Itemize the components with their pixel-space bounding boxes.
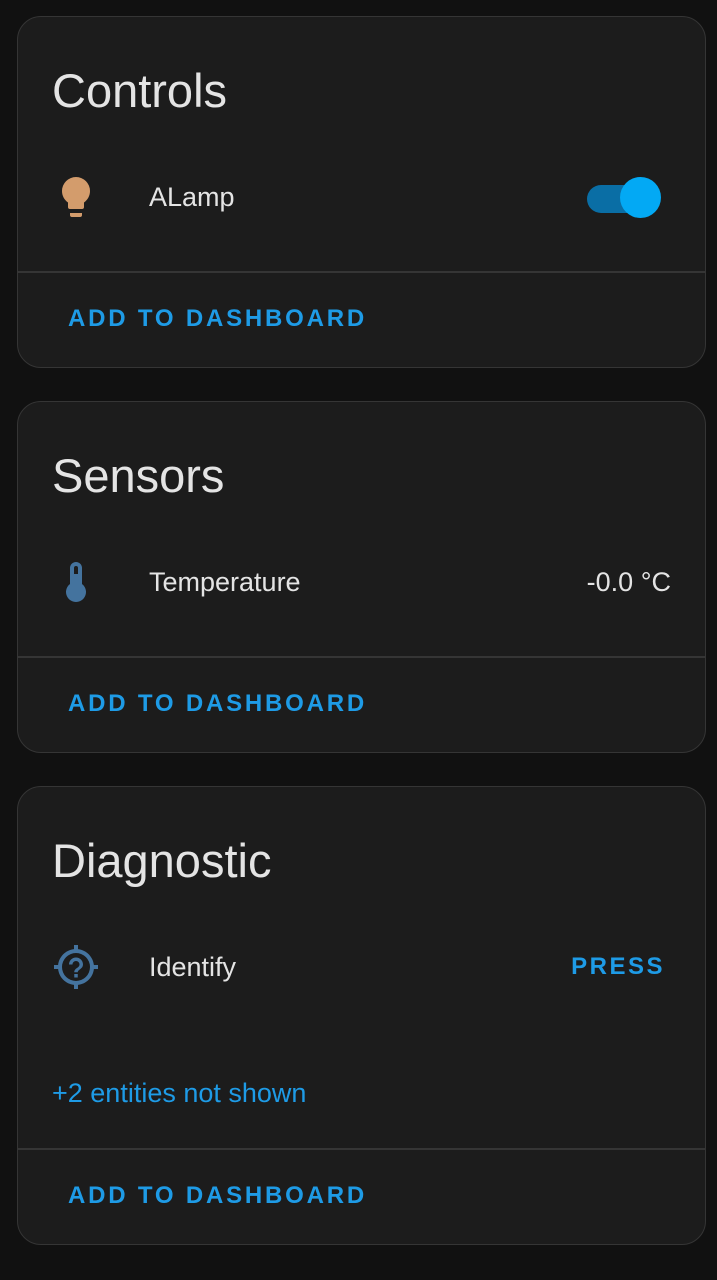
entity-name: ALamp [149,182,235,212]
entity-row-identify[interactable]: Identify PRESS [18,939,705,995]
crosshairs-question-icon [52,943,100,991]
alamp-toggle[interactable] [587,177,661,218]
add-to-dashboard-button[interactable]: ADD TO DASHBOARD [68,688,367,720]
card-title: Diagnostic [52,834,272,887]
divider [18,1148,705,1150]
entity-name: Temperature [149,567,301,597]
entities-not-shown-link[interactable]: +2 entities not shown [52,1077,306,1109]
temperature-value: -0.0 °C [586,567,671,597]
divider [18,656,705,658]
thermometer-icon [52,558,100,606]
diagnostic-card: Diagnostic Identify PRESS +2 entities no… [17,786,706,1245]
card-title: Sensors [52,449,225,502]
toggle-thumb [620,177,661,218]
sensors-card: Sensors Temperature -0.0 °C ADD TO DASHB… [17,401,706,753]
entity-row-alamp[interactable]: ALamp [18,169,705,225]
card-title: Controls [52,64,228,117]
entity-name: Identify [149,952,237,982]
add-to-dashboard-button[interactable]: ADD TO DASHBOARD [68,303,367,335]
lightbulb-icon [52,173,100,221]
press-button[interactable]: PRESS [571,951,665,983]
divider [18,271,705,273]
controls-card: Controls ALamp ADD TO DASHBOARD [17,16,706,368]
add-to-dashboard-button[interactable]: ADD TO DASHBOARD [68,1180,367,1212]
entity-row-temperature[interactable]: Temperature -0.0 °C [18,554,705,610]
